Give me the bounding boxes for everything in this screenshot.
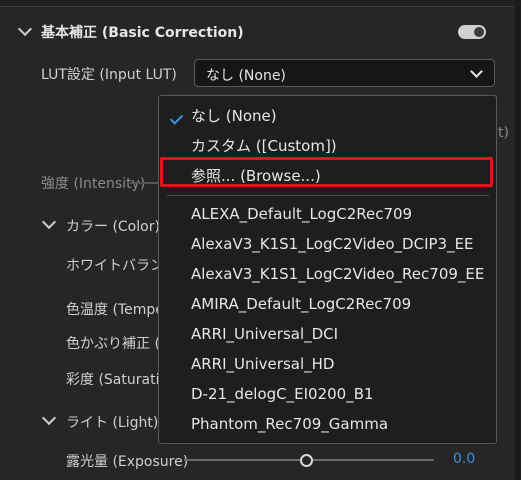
exposure-value[interactable]: 0.0 xyxy=(453,451,475,467)
lut-select[interactable]: なし (None) xyxy=(194,59,495,87)
toggle-knob xyxy=(474,27,484,37)
menu-item-lut[interactable]: AMIRA_Default_LogC2Rec709 xyxy=(191,295,411,313)
intensity-slider-track[interactable] xyxy=(130,182,160,184)
scrollbar[interactable] xyxy=(515,0,521,480)
menu-item-lut[interactable]: ARRI_Universal_DCI xyxy=(191,325,338,343)
menu-item-browse[interactable]: 参照... (Browse...) xyxy=(191,165,321,186)
exposure-label: 露光量 (Exposure) xyxy=(66,454,189,470)
chevron-down-icon xyxy=(470,65,483,78)
color-collapse-chevron-icon[interactable] xyxy=(41,214,57,230)
menu-item-lut[interactable]: AlexaV3_K1S1_LogC2Video_DCIP3_EE xyxy=(191,235,474,253)
light-collapse-chevron-icon[interactable] xyxy=(41,410,57,426)
menu-item-none[interactable]: なし (None) xyxy=(191,105,277,126)
menu-item-custom[interactable]: カスタム ([Custom]) xyxy=(191,135,337,156)
saturation-label: 彩度 (Saturatio xyxy=(66,372,169,388)
exposure-slider-thumb[interactable] xyxy=(300,454,313,467)
section-title-basic-correction[interactable]: 基本補正 (Basic Correction) xyxy=(41,22,244,42)
menu-item-lut[interactable]: Phantom_Rec709_Gamma xyxy=(191,415,388,433)
lut-selected-value: なし (None) xyxy=(206,68,286,84)
tint-label: 色かぶり補正 ( xyxy=(66,336,160,352)
white-balance-label: ホワイトバラン xyxy=(66,258,164,274)
lut-dropdown-menu: なし (None) カスタム ([Custom]) 参照... (Browse.… xyxy=(158,95,497,444)
basic-correction-toggle[interactable] xyxy=(458,25,486,39)
menu-item-lut[interactable]: AlexaV3_K1S1_LogC2Video_Rec709_EE xyxy=(191,265,484,283)
lut-label: LUT設定 (Input LUT) xyxy=(41,67,177,83)
collapse-chevron-icon[interactable] xyxy=(17,21,33,37)
top-divider xyxy=(0,0,521,7)
temperature-label: 色温度 (Tempe xyxy=(66,302,164,318)
menu-separator xyxy=(167,195,489,196)
checkmark-icon xyxy=(169,111,184,125)
menu-item-lut[interactable]: D-21_delogC_EI0200_B1 xyxy=(191,385,374,403)
partially-hidden-label: t) xyxy=(498,125,509,141)
menu-item-lut[interactable]: ARRI_Universal_HD xyxy=(191,355,334,373)
menu-item-lut[interactable]: ALEXA_Default_LogC2Rec709 xyxy=(191,205,412,223)
section-title-light[interactable]: ライト (Light) xyxy=(66,412,158,432)
section-title-color[interactable]: カラー (Color) xyxy=(66,216,160,236)
